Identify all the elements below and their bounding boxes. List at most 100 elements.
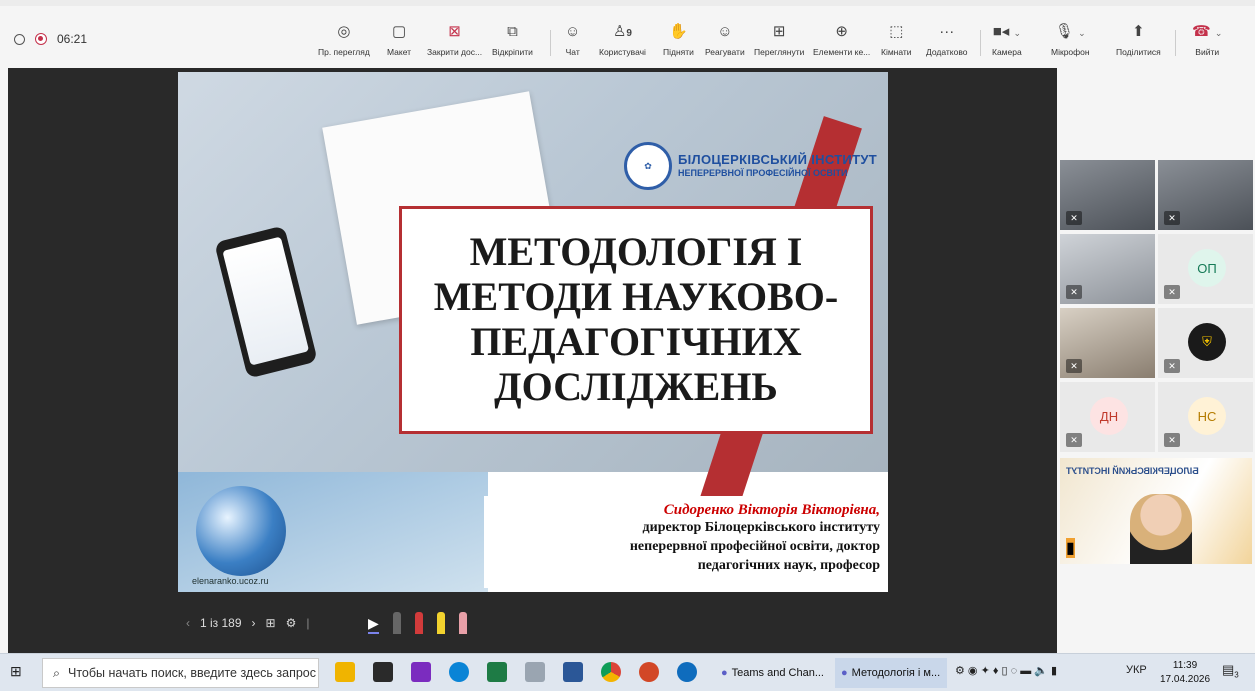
mic-off-icon: ✕ <box>1164 211 1180 225</box>
pen-gray-icon[interactable] <box>392 612 401 634</box>
toolbar-divider <box>550 30 551 56</box>
slide-counter: 1 із 189 <box>200 616 242 630</box>
presenter-video-tile[interactable]: БІЛОЦЕРКІВСЬКИЙ ІНСТИТУТ ▮ <box>1060 458 1252 564</box>
mic-button[interactable]: 🎙 ⌄ Мікрофон <box>1051 22 1090 66</box>
participant-tile[interactable]: ⛨ ✕ <box>1158 308 1253 378</box>
chevron-down-icon[interactable]: ⌄ <box>1013 28 1021 38</box>
author-line: педагогічних наук, професор <box>697 557 880 573</box>
participant-tile[interactable]: НС ✕ <box>1158 382 1253 452</box>
taskbar-task-teams[interactable]: ● Teams and Chan... <box>715 658 825 688</box>
avatar: ⛨ <box>1188 323 1226 361</box>
avatar: ОП <box>1188 249 1226 287</box>
annotation-tools: ▶ <box>368 612 467 634</box>
slide-navigation: ‹ 1 із 189 › ⊞ ⚙ | <box>186 616 309 630</box>
avatar: НС <box>1188 397 1226 435</box>
shared-content-stage[interactable]: elenaranko.ucoz.ru ✿ БІЛОЦЕРКІВСЬКИЙ ІНС… <box>8 68 1057 653</box>
share-icon: ⬆ <box>1132 23 1145 40</box>
word-icon[interactable] <box>563 662 583 682</box>
pop-out-button[interactable]: ⧉ Відкріпити <box>492 22 533 66</box>
author-line: неперервної професійної освіти, доктор <box>629 538 880 554</box>
camera-icon: ■◂ ⌄ <box>992 23 1022 40</box>
excel-icon[interactable] <box>487 662 507 682</box>
edge-icon[interactable] <box>677 662 697 682</box>
react-button[interactable]: ☺ Реагувати <box>705 22 745 66</box>
slide-author-box: Сидоренко Вікторія Вікторівна, директор … <box>484 496 884 588</box>
taskbar-task-teams-meeting[interactable]: ● Методологія і м... <box>835 658 947 688</box>
mic-off-icon: ✕ <box>1164 433 1180 447</box>
pen-red-icon[interactable] <box>414 612 423 634</box>
chevron-down-icon[interactable]: ⌄ <box>1215 28 1223 38</box>
share-button[interactable]: ⬆ Поділитися <box>1116 22 1161 66</box>
pop-out-icon: ⧉ <box>507 23 518 40</box>
apps-button[interactable]: ⊕ Елементи ке... <box>813 22 870 66</box>
people-button[interactable]: ♙9 Користувачі <box>599 22 646 66</box>
camera-button[interactable]: ■◂ ⌄ Камера <box>992 22 1022 66</box>
layout-button[interactable]: ▢ Макет <box>387 22 411 66</box>
participant-tile[interactable]: ✕ <box>1158 160 1253 230</box>
shield-icon[interactable] <box>14 33 25 45</box>
author-line: директор Білоцерківського інституту <box>642 520 880 535</box>
presenter-view-button[interactable]: ◎ Пр. перегляд <box>318 22 370 66</box>
leave-icon: ☎ ⌄ <box>1192 23 1223 40</box>
mic-off-icon: ✕ <box>1066 211 1082 225</box>
system-tray-icons[interactable]: ⚙ ◉ ✦ ♦ ▯ ◌ ▬ 🔈 ▮ <box>955 664 1057 677</box>
raise-hand-button[interactable]: ✋ Підняти <box>663 22 694 66</box>
nav-divider: | <box>306 616 310 630</box>
grid-view-icon[interactable]: ⊞ <box>266 616 276 630</box>
people-icon: ♙9 <box>612 23 632 40</box>
toolbar-divider <box>980 30 981 56</box>
view-button[interactable]: ⊞ Переглянути <box>754 22 804 66</box>
recording-icon <box>35 33 47 45</box>
search-placeholder: Чтобы начать поиск, введите здесь запрос <box>68 666 316 680</box>
taskbar-clock[interactable]: 11:39 17.04.2026 <box>1160 659 1210 686</box>
leave-button[interactable]: ☎ ⌄ Вийти <box>1192 22 1222 66</box>
notification-icon[interactable]: ▤3 <box>1222 662 1239 680</box>
logo-line-1: БІЛОЦЕРКІВСЬКИЙ ІНСТИТУТ <box>678 152 877 168</box>
globe-image <box>196 486 286 576</box>
mic-off-icon: ✕ <box>1066 285 1082 299</box>
highlighter-icon[interactable] <box>436 612 445 634</box>
pointer-icon[interactable]: ▶ <box>368 615 379 634</box>
mic-off-icon: ✕ <box>1066 359 1082 373</box>
apps-icon: ⊕ <box>835 23 848 40</box>
powerpoint-icon[interactable] <box>639 662 659 682</box>
slide-globe-area: elenaranko.ucoz.ru <box>178 472 488 592</box>
participant-tile[interactable]: ✕ <box>1060 308 1155 378</box>
participant-tile[interactable]: ✕ <box>1060 160 1155 230</box>
participant-tile[interactable]: ОП ✕ <box>1158 234 1253 304</box>
author-name: Сидоренко Вікторія Вікторівна, <box>663 502 880 518</box>
more-button[interactable]: ··· Додатково <box>926 22 967 66</box>
file-explorer-icon[interactable] <box>335 662 355 682</box>
chevron-down-icon[interactable]: ⌄ <box>1078 28 1086 38</box>
chrome-icon[interactable] <box>601 662 621 682</box>
language-indicator[interactable]: УКР <box>1126 664 1147 676</box>
participant-tile[interactable]: ДН ✕ <box>1060 382 1155 452</box>
presentation-slide: elenaranko.ucoz.ru ✿ БІЛОЦЕРКІВСЬКИЙ ІНС… <box>178 72 888 592</box>
taskbar-search-input[interactable]: ⌕ Чтобы начать поиск, введите здесь запр… <box>42 658 319 688</box>
skype-icon[interactable] <box>449 662 469 682</box>
windows-start-icon[interactable]: ⊞ <box>10 663 28 681</box>
rooms-button[interactable]: ⬚ Кімнати <box>881 22 912 66</box>
avatar: ДН <box>1090 397 1128 435</box>
meeting-timer: 06:21 <box>57 32 88 46</box>
next-slide-icon[interactable]: › <box>252 616 256 630</box>
smile-icon: ☺ <box>717 23 733 40</box>
prev-slide-icon[interactable]: ‹ <box>186 616 190 630</box>
clock-time: 11:39 <box>1172 660 1198 671</box>
eraser-icon[interactable] <box>458 612 467 634</box>
app-icon[interactable] <box>525 662 545 682</box>
teams-icon: ● <box>841 667 848 679</box>
slide-title-line: ПЕДАГОГІЧНИХ <box>470 319 802 364</box>
close-share-icon: ⊠ <box>448 23 461 40</box>
onenote-icon[interactable] <box>411 662 431 682</box>
app-icon[interactable] <box>373 662 393 682</box>
stop-sharing-button[interactable]: ⊠ Закрити дос... <box>427 22 482 66</box>
slide-settings-icon[interactable]: ⚙ <box>286 616 297 630</box>
institute-logo: ✿ БІЛОЦЕРКІВСЬКИЙ ІНСТИТУТ НЕПЕРЕРВНОЇ П… <box>624 142 877 190</box>
mic-off-icon: ✕ <box>1164 285 1180 299</box>
logo-line-2: НЕПЕРЕРВНОЇ ПРОФЕСІЙНОЇ ОСВІТИ <box>678 168 848 179</box>
chat-button[interactable]: ☺ Чат <box>565 22 580 66</box>
layout-icon: ▢ <box>391 23 407 40</box>
participant-tile[interactable]: ✕ <box>1060 234 1155 304</box>
mic-off-icon: ✕ <box>1066 433 1082 447</box>
